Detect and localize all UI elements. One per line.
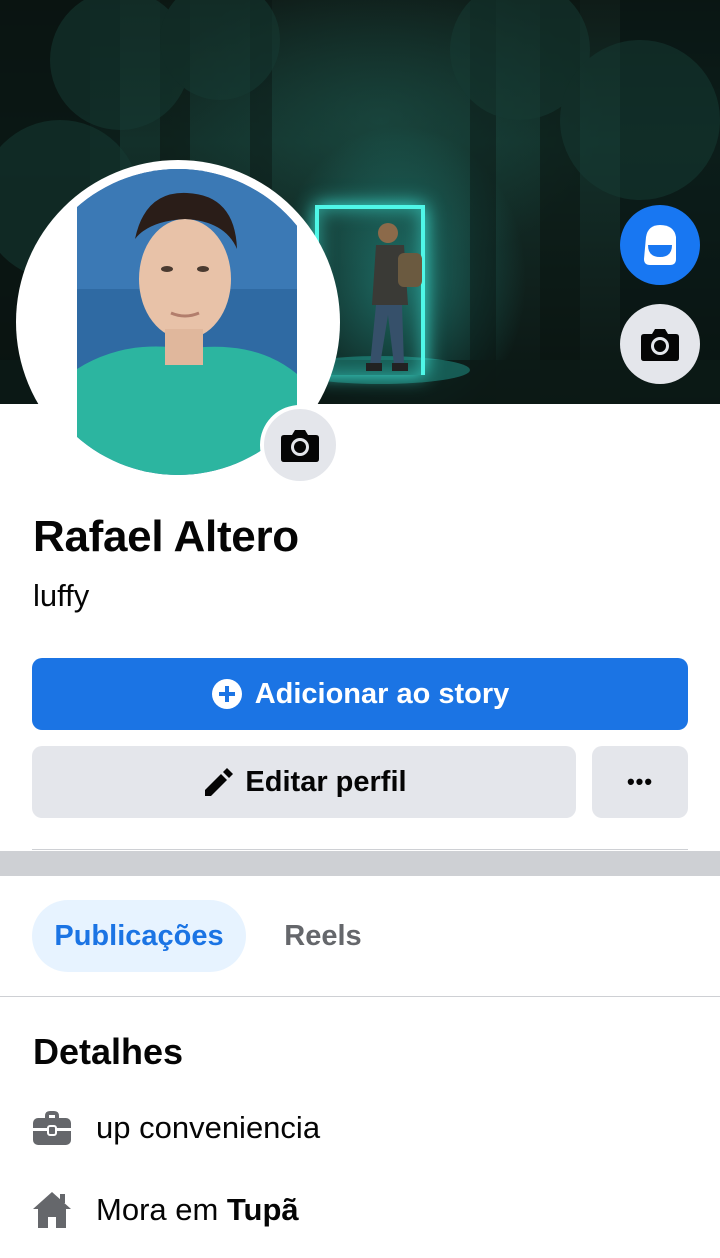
avatar-icon bbox=[644, 225, 676, 265]
section-separator bbox=[0, 851, 720, 876]
detail-home[interactable]: Mora em Tupã bbox=[32, 1190, 299, 1230]
plus-circle-icon bbox=[211, 678, 243, 710]
more-options-button[interactable]: ••• bbox=[592, 746, 688, 818]
avatar-button[interactable] bbox=[620, 205, 700, 285]
edit-cover-photo-button[interactable] bbox=[620, 304, 700, 384]
tab-posts[interactable]: Publicações bbox=[32, 900, 246, 972]
details-heading: Detalhes bbox=[33, 1031, 184, 1072]
home-prefix: Mora em bbox=[96, 1192, 227, 1227]
pencil-icon bbox=[201, 766, 234, 798]
edit-profile-picture-button[interactable] bbox=[260, 405, 340, 485]
detail-work[interactable]: up conveniencia bbox=[32, 1108, 320, 1148]
profile-name: Rafael Altero bbox=[33, 512, 299, 561]
house-icon bbox=[32, 1190, 72, 1230]
add-story-button[interactable]: Adicionar ao story bbox=[32, 658, 688, 730]
briefcase-icon bbox=[32, 1108, 72, 1148]
edit-profile-label: Editar perfil bbox=[245, 765, 407, 798]
profile-bio: luffy bbox=[33, 578, 90, 613]
tab-reels[interactable]: Reels bbox=[262, 900, 384, 972]
tabs-divider bbox=[0, 996, 720, 997]
home-city[interactable]: Tupã bbox=[227, 1192, 299, 1227]
edit-profile-button[interactable]: Editar perfil bbox=[32, 746, 576, 818]
traveler-figure bbox=[366, 223, 422, 371]
work-text: up conveniencia bbox=[96, 1110, 321, 1145]
add-story-label: Adicionar ao story bbox=[254, 677, 510, 710]
ellipsis-icon: ••• bbox=[626, 769, 654, 794]
divider bbox=[32, 849, 688, 850]
camera-icon bbox=[281, 430, 319, 462]
camera-icon bbox=[641, 329, 679, 361]
